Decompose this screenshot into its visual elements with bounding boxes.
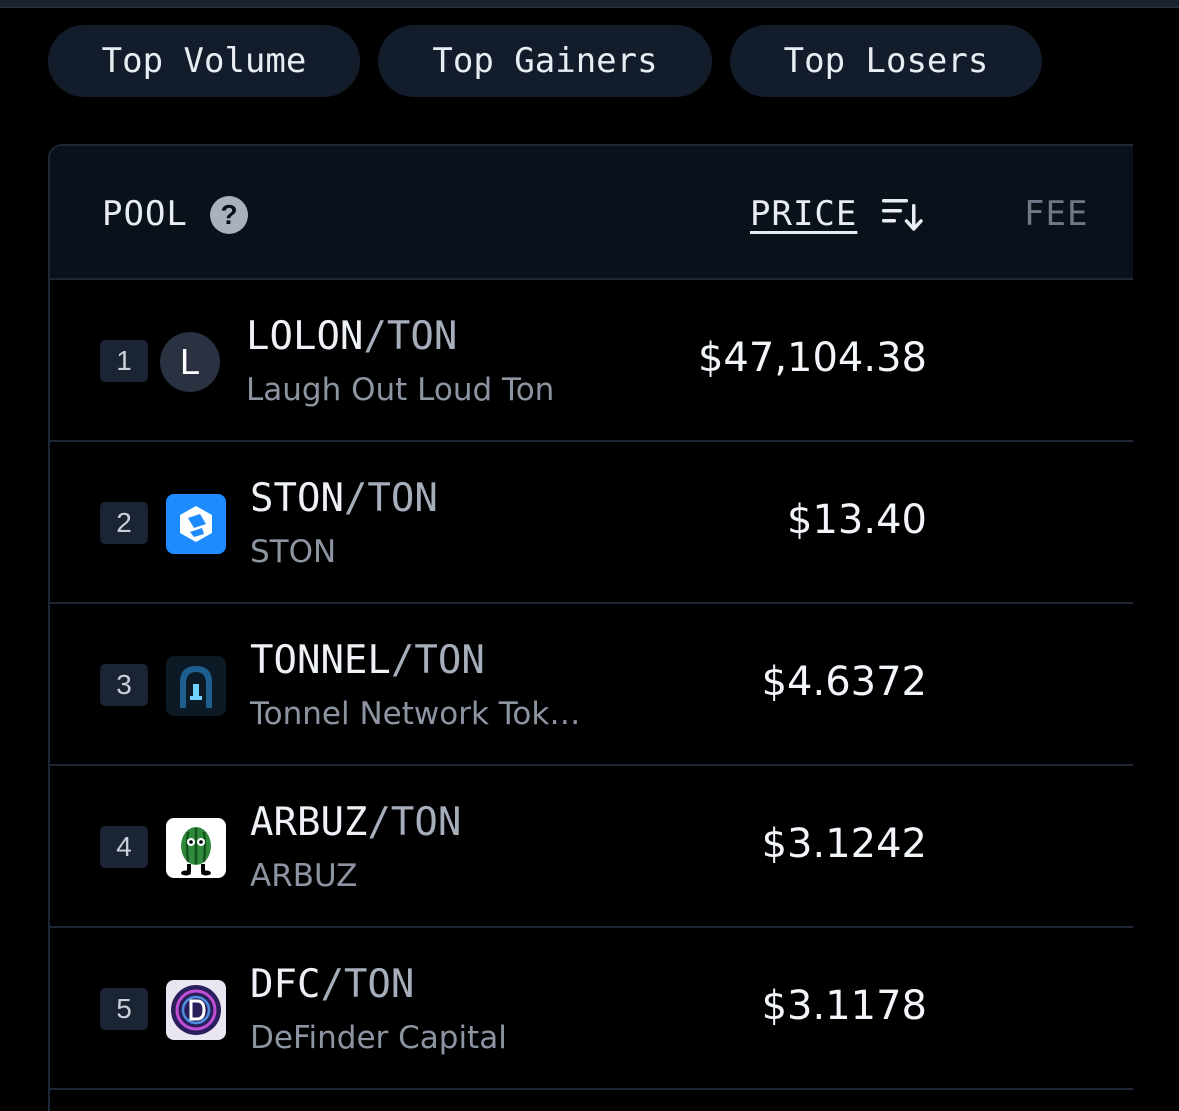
table-header: POOL ? PRICE FEE: [50, 146, 1133, 280]
rank-badge: 4: [100, 826, 148, 868]
tonnel-logo-icon: [166, 656, 226, 716]
table-row[interactable]: 1 L LOLON/TON Laugh Out Loud Ton $47,104…: [50, 280, 1133, 442]
pair-label: STON/TON: [250, 476, 438, 521]
table-row[interactable]: 2 STON/TON STON $13.40: [50, 442, 1133, 604]
help-icon[interactable]: ?: [210, 196, 248, 234]
quote-token: TON: [390, 800, 462, 845]
column-header-pool: POOL: [102, 194, 188, 234]
rank-badge: 1: [100, 340, 148, 382]
arbuz-logo-icon: [166, 818, 226, 878]
table-row[interactable]: 3 TONNEL/TON Tonnel Network Tok… $4.6372: [50, 604, 1133, 766]
token-name: ARBUZ: [250, 858, 358, 894]
pair-label: TONNEL/TON: [250, 638, 485, 683]
price-value: $3.1178: [761, 983, 927, 1029]
tab-top-gainers[interactable]: Top Gainers: [378, 25, 712, 97]
sort-descending-icon[interactable]: [882, 196, 924, 232]
dfc-logo-icon: [166, 980, 226, 1040]
base-token: ARBUZ: [250, 800, 368, 845]
tab-top-volume[interactable]: Top Volume: [48, 25, 360, 97]
quote-token: TON: [414, 638, 485, 683]
rank-badge: 2: [100, 502, 148, 544]
base-token: TONNEL: [250, 638, 391, 683]
tab-top-losers[interactable]: Top Losers: [730, 25, 1042, 97]
base-token: LOLON: [246, 314, 364, 359]
logo-letter: L: [179, 341, 201, 382]
column-header-fee[interactable]: FEE: [1024, 194, 1088, 234]
pair-label: LOLON/TON: [246, 314, 458, 359]
base-token: STON: [250, 476, 344, 521]
token-name: STON: [250, 534, 337, 570]
table-row[interactable]: 4 ARBUZ/TON ARBUZ $3.1242: [50, 766, 1133, 928]
quote-token: TON: [367, 476, 438, 521]
ston-logo-icon: [166, 494, 226, 554]
base-token: DFC: [250, 962, 321, 1007]
rank-badge: 5: [100, 988, 148, 1030]
top-divider: [0, 0, 1179, 8]
pair-label: ARBUZ/TON: [250, 800, 462, 845]
table-row[interactable]: 5 DFC/TON DeFinder Capital $3.1178: [50, 928, 1133, 1090]
quote-token: TON: [343, 962, 415, 1007]
price-value: $3.1242: [761, 821, 927, 867]
price-value: $13.40: [787, 497, 927, 543]
token-name: Laugh Out Loud Ton: [246, 372, 555, 408]
pools-table: POOL ? PRICE FEE 1 L LOLON/TON Laugh Out…: [48, 144, 1133, 1111]
token-name: DeFinder Capital: [250, 1020, 507, 1056]
token-name: Tonnel Network Tok…: [250, 696, 581, 732]
quote-token: TON: [386, 314, 458, 359]
price-value: $47,104.38: [697, 335, 927, 381]
column-header-price[interactable]: PRICE: [750, 194, 857, 234]
price-value: $4.6372: [761, 659, 927, 705]
letter-l-icon: L: [160, 332, 220, 392]
rank-badge: 3: [100, 664, 148, 706]
pair-label: DFC/TON: [250, 962, 415, 1007]
